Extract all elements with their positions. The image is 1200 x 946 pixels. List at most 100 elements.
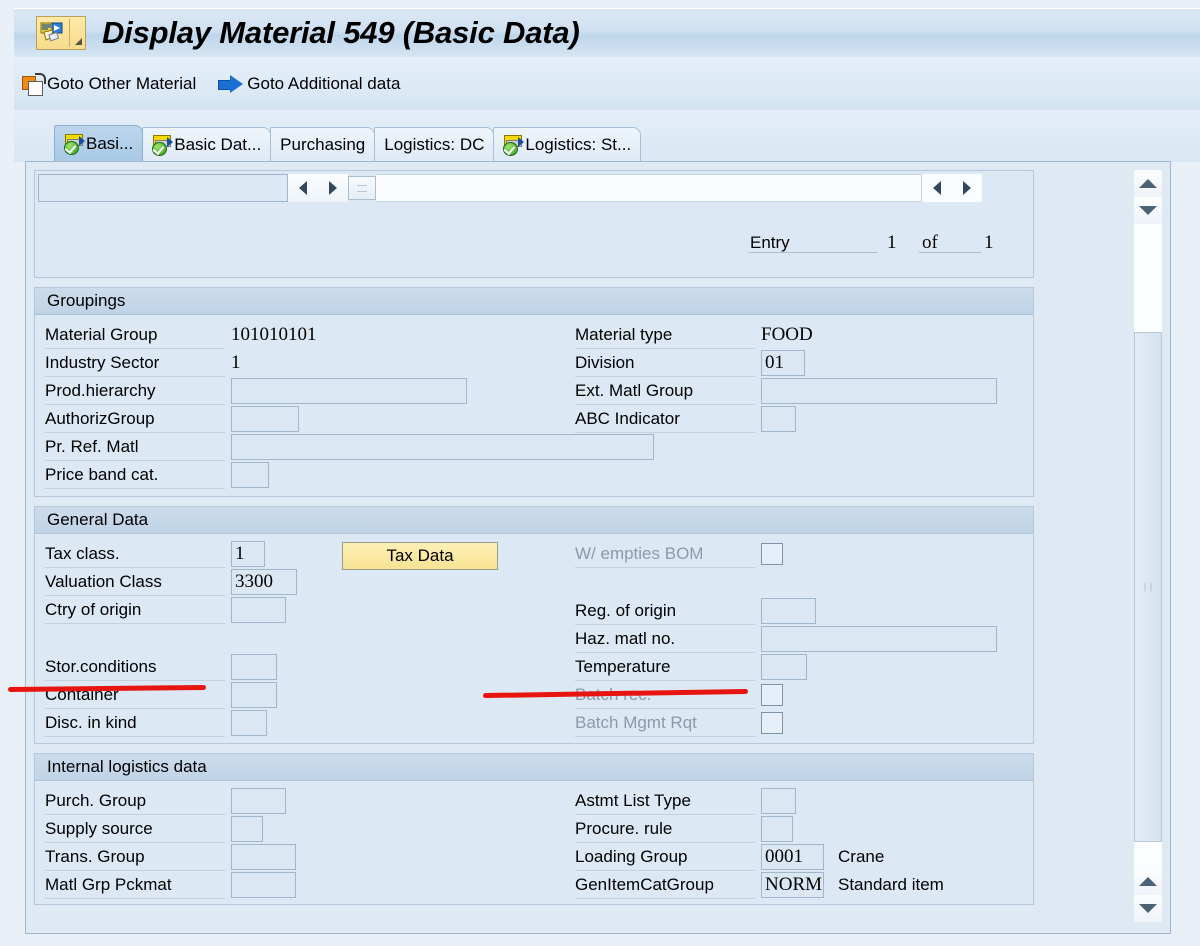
scroll-up-button[interactable] bbox=[1134, 170, 1162, 197]
dropdown-corner-icon[interactable] bbox=[75, 38, 82, 45]
field-label-matl-grp-pckmat: Matl Grp Pckmat bbox=[45, 871, 172, 899]
input-tax-class[interactable]: 1 bbox=[231, 541, 265, 567]
label-text: Tax class. bbox=[45, 544, 120, 563]
label-text: Material Group bbox=[45, 325, 158, 344]
field-value-abc-indicator[interactable] bbox=[761, 405, 796, 433]
field-value-trans-group[interactable] bbox=[231, 843, 296, 871]
field-value-price-band-cat[interactable] bbox=[231, 461, 269, 489]
nav-menu-button[interactable] bbox=[348, 176, 376, 200]
input-disc-in-kind[interactable] bbox=[231, 710, 267, 736]
field-value-tax-class[interactable]: 1 bbox=[231, 540, 265, 568]
input-division[interactable]: 01 bbox=[761, 350, 805, 376]
tab-purchasing[interactable]: Purchasing bbox=[270, 127, 376, 161]
previous-record-button[interactable] bbox=[288, 174, 318, 202]
label-text: GenItemCatGroup bbox=[575, 875, 714, 894]
scroll-up-button-bottom[interactable] bbox=[1134, 868, 1162, 895]
scroll-track-lower[interactable] bbox=[1134, 842, 1162, 868]
label-text: Procure. rule bbox=[575, 819, 673, 838]
sap-material-icon[interactable] bbox=[36, 16, 86, 50]
next-record-button[interactable] bbox=[318, 174, 348, 202]
input-supply-source[interactable] bbox=[231, 816, 263, 842]
scroll-down-button-bottom[interactable] bbox=[1134, 895, 1162, 922]
input-price-band-cat[interactable] bbox=[231, 462, 269, 488]
input-procure-rule[interactable] bbox=[761, 816, 793, 842]
input-ext-matl-group[interactable] bbox=[761, 378, 997, 404]
input-reg-of-origin[interactable] bbox=[761, 598, 816, 624]
field-value-prod-hierarchy[interactable] bbox=[231, 377, 467, 405]
label-text: Astmt List Type bbox=[575, 791, 691, 810]
scroll-down-button[interactable] bbox=[1134, 197, 1162, 224]
field-value-valuation-class[interactable]: 3300 bbox=[231, 568, 297, 596]
field-value-matl-grp-pckmat[interactable] bbox=[231, 871, 296, 899]
input-ctry-of-origin[interactable] bbox=[231, 597, 286, 623]
checkbox-w-empties-bom[interactable] bbox=[761, 543, 783, 565]
field-value-disc-in-kind[interactable] bbox=[231, 709, 267, 737]
tax-data-button[interactable]: Tax Data bbox=[342, 542, 498, 570]
label-text: Industry Sector bbox=[45, 353, 160, 372]
tab-basi[interactable]: Basi... bbox=[54, 125, 144, 161]
field-label-ctry-of-origin: Ctry of origin bbox=[45, 596, 141, 624]
field-label-loading-group: Loading Group bbox=[575, 843, 687, 871]
field-value-supply-source[interactable] bbox=[231, 815, 263, 843]
input-temperature[interactable] bbox=[761, 654, 807, 680]
input-container[interactable] bbox=[231, 682, 277, 708]
field-value-authorizgroup[interactable] bbox=[231, 405, 299, 433]
nav-blank-field[interactable] bbox=[38, 174, 288, 202]
label-text: Purch. Group bbox=[45, 791, 147, 810]
input-haz-matl-no[interactable] bbox=[761, 626, 997, 652]
nav-page-right-button[interactable] bbox=[952, 174, 982, 202]
field-value-container[interactable] bbox=[231, 681, 277, 709]
tab-logistics-dc[interactable]: Logistics: DC bbox=[374, 127, 495, 161]
input-stor-conditions[interactable] bbox=[231, 654, 277, 680]
field-value-procure-rule[interactable] bbox=[761, 815, 793, 843]
checkbox-batch-mgmt-rqt[interactable] bbox=[761, 712, 783, 734]
field-value-ctry-of-origin[interactable] bbox=[231, 596, 286, 624]
input-loading-group[interactable]: 0001 bbox=[761, 844, 824, 870]
tab-logistics-st[interactable]: Logistics: St... bbox=[493, 127, 642, 161]
input-matl-grp-pckmat[interactable] bbox=[231, 872, 296, 898]
nav-page-left-button[interactable] bbox=[922, 174, 952, 202]
input-abc-indicator[interactable] bbox=[761, 406, 796, 432]
input-astmt-list-type[interactable] bbox=[761, 788, 796, 814]
field-value-batch-mgmt-rqt[interactable] bbox=[761, 709, 783, 737]
field-value-astmt-list-type[interactable] bbox=[761, 787, 796, 815]
field-value-w-empties-bom[interactable] bbox=[761, 540, 783, 568]
field-value-division[interactable]: 01 bbox=[761, 349, 805, 377]
field-label-trans-group: Trans. Group bbox=[45, 843, 145, 871]
checkbox-batch-rec[interactable] bbox=[761, 684, 783, 706]
scroll-track-upper[interactable] bbox=[1134, 224, 1162, 332]
input-genitemcatgroup[interactable]: NORM bbox=[761, 872, 824, 898]
field-value-ext-matl-group[interactable] bbox=[761, 377, 997, 405]
left-triangle-icon bbox=[299, 181, 307, 195]
field-value-haz-matl-no[interactable] bbox=[761, 625, 997, 653]
goto-other-material-button[interactable]: Goto Other Material bbox=[22, 73, 196, 96]
tab-label: Logistics: St... bbox=[525, 134, 632, 154]
label-underline bbox=[45, 488, 225, 489]
scroll-down-icon bbox=[1139, 206, 1157, 215]
input-authorizgroup[interactable] bbox=[231, 406, 299, 432]
nav-long-field[interactable] bbox=[376, 174, 922, 202]
field-value-pr-ref-matl[interactable] bbox=[231, 433, 654, 461]
field-value-batch-rec[interactable] bbox=[761, 681, 783, 709]
input-purch-group[interactable] bbox=[231, 788, 286, 814]
field-value-purch-group[interactable] bbox=[231, 787, 286, 815]
input-pr-ref-matl[interactable] bbox=[231, 434, 654, 460]
field-value-stor-conditions[interactable] bbox=[231, 653, 277, 681]
tab-basic-dat[interactable]: Basic Dat... bbox=[142, 127, 272, 161]
input-valuation-class[interactable]: 3300 bbox=[231, 569, 297, 595]
left-triangle-icon-2 bbox=[933, 181, 941, 195]
input-trans-group[interactable] bbox=[231, 844, 296, 870]
field-value-loading-group[interactable]: 0001 Crane bbox=[761, 843, 884, 871]
field-label-industry-sector: Industry Sector bbox=[45, 349, 159, 377]
scroll-thumb[interactable] bbox=[1134, 332, 1162, 842]
input-prod-hierarchy[interactable] bbox=[231, 378, 467, 404]
field-value-temperature[interactable] bbox=[761, 653, 807, 681]
field-value-genitemcatgroup[interactable]: NORM Standard item bbox=[761, 871, 944, 899]
right-triangle-icon-2 bbox=[963, 181, 971, 195]
field-value-reg-of-origin[interactable] bbox=[761, 597, 816, 625]
goto-additional-data-button[interactable]: Goto Additional data bbox=[218, 74, 400, 94]
field-label-price-band-cat: Price band cat. bbox=[45, 461, 158, 489]
label-underline bbox=[45, 898, 225, 899]
vertical-scrollbar[interactable] bbox=[1134, 170, 1162, 923]
field-label-pr-ref-matl: Pr. Ref. Matl bbox=[45, 433, 139, 461]
